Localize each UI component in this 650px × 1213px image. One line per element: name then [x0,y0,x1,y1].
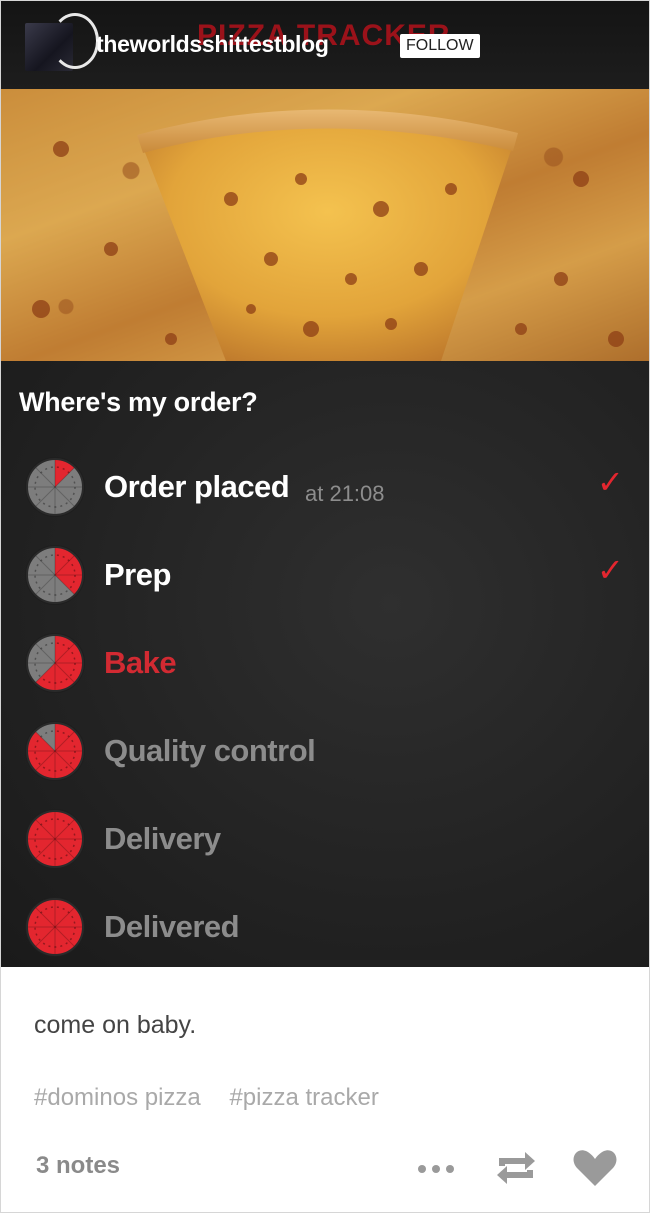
step-order-placed: Order placed at 21:08 ✓ [23,455,633,519]
step-prep: Prep ✓ [23,543,633,607]
step-delivered: Delivered [23,895,633,959]
step-delivery: Delivery [23,807,633,871]
avatar-ring [51,13,99,69]
pizza-tracker-panel: Where's my order? Order placed at 21:08 … [1,361,649,967]
pizza-progress-icon [25,457,85,517]
more-icon[interactable] [415,1154,457,1189]
step-quality-control: Quality control [23,719,633,783]
pizza-progress-icon [25,633,85,693]
step-bake: Bake [23,631,633,695]
step-time: at 21:08 [305,481,385,506]
notes-count[interactable]: 3 notes [36,1152,120,1180]
step-label: Delivery [104,821,221,856]
pizza-image [1,89,649,361]
tag-link[interactable]: #dominos pizza [34,1084,201,1111]
pizza-progress-icon [25,721,85,781]
step-label: Quality control [104,733,316,768]
reblog-icon[interactable] [493,1148,539,1193]
tag-link[interactable]: #pizza tracker [229,1084,378,1111]
step-label: Delivered [104,909,240,944]
step-label: Order placed [104,469,290,504]
check-icon: ✓ [597,463,624,501]
heart-icon[interactable] [572,1148,618,1193]
blog-name-link[interactable]: theworldsshittestblog [96,31,329,58]
follow-button[interactable]: FOLLOW [400,34,480,58]
post-header: PIZZA TRACKER theworldsshittestblog FOLL… [1,1,649,89]
tracker-question: Where's my order? [19,387,258,417]
step-label: Prep [104,557,171,592]
pizza-progress-icon [25,809,85,869]
post-tags: #dominos pizza #pizza tracker [34,1084,401,1112]
step-label: Bake [104,645,177,680]
post-caption: come on baby. [34,1011,197,1039]
check-icon: ✓ [597,551,624,589]
pizza-progress-icon [25,897,85,957]
pizza-progress-icon [25,545,85,605]
tumblr-post: PIZZA TRACKER theworldsshittestblog FOLL… [0,0,650,1213]
pizza-slice-illustration [1,89,649,361]
